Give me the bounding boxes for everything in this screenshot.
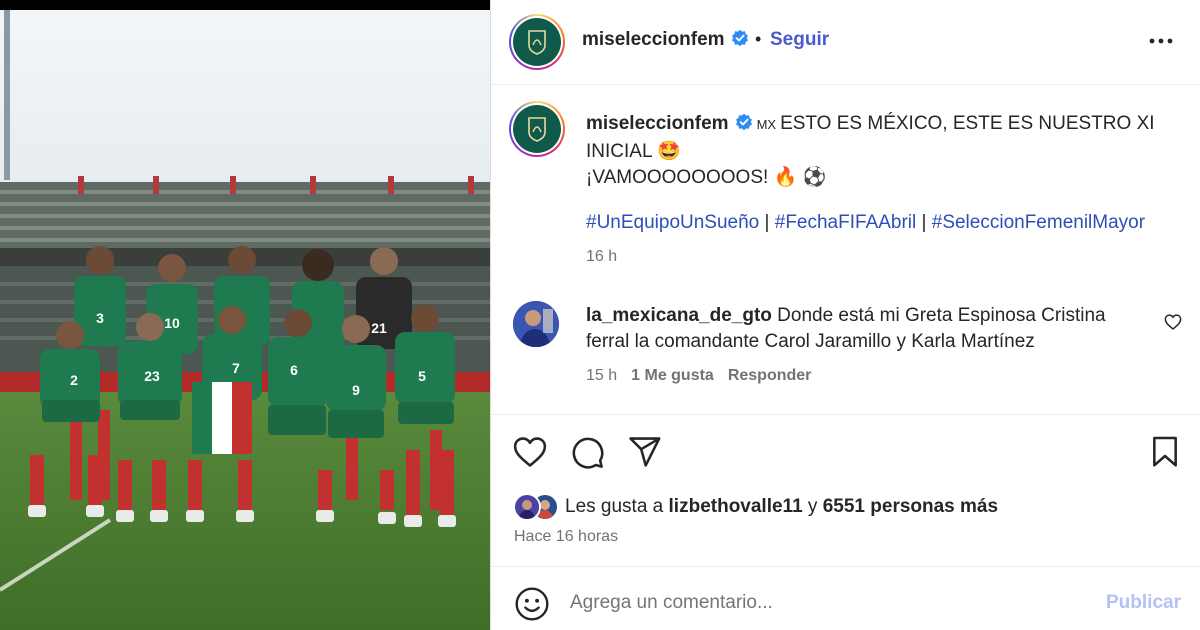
caption-hashtags: #UnEquipoUnSueño | #FechaFIFAAbril | #Se… (586, 212, 1145, 234)
jersey-number: 3 (96, 310, 104, 326)
jersey-number: 21 (371, 320, 387, 336)
comment-like-heart-icon[interactable] (1164, 314, 1182, 335)
hashtag-separator: | (916, 212, 932, 233)
fmf-crest-icon (513, 18, 561, 66)
hashtag-separator: | (759, 212, 775, 233)
liker-avatar[interactable] (513, 493, 541, 521)
likes-prefix: Les gusta a (565, 496, 669, 517)
comment-meta: 15 h 1 Me gusta Responder (586, 367, 825, 385)
comment-body: la_mexicana_de_gto Donde está mi Greta E… (586, 303, 1146, 355)
follow-button[interactable]: Seguir (770, 29, 829, 51)
comment-bubble-icon[interactable] (571, 436, 605, 475)
post-panel: miseleccionfem • Seguir miseleccionfem M… (491, 0, 1200, 630)
actions-divider (491, 414, 1200, 415)
hashtag-link[interactable]: #SeleccionFemenilMayor (932, 212, 1145, 233)
hashtag-link[interactable]: #FechaFIFAAbril (775, 212, 917, 233)
comment-likes-count[interactable]: 1 Me gusta (631, 367, 714, 384)
liker-username[interactable]: lizbethovalle11 (669, 496, 803, 518)
fmf-crest-icon (513, 105, 561, 153)
jersey-number: 6 (290, 362, 298, 378)
header-username[interactable]: miseleccionfem (582, 29, 749, 53)
hashtag-link[interactable]: #UnEquipoUnSueño (586, 212, 759, 233)
separator-dot: • (755, 29, 762, 49)
composer-divider (491, 566, 1200, 567)
save-bookmark-icon[interactable] (1151, 436, 1179, 473)
team-photo-illustration (0, 0, 490, 630)
caption-timestamp[interactable]: 16 h (586, 248, 617, 266)
caption-line-2: ¡VAMOOOOOOOOS! 🔥 ⚽ (586, 167, 827, 188)
like-heart-icon[interactable] (513, 436, 547, 473)
post-caption: miseleccionfem MX ESTO ES MÉXICO, ESTE ES… (586, 111, 1166, 191)
caption-avatar[interactable] (509, 101, 565, 157)
more-options-icon[interactable] (1141, 26, 1181, 56)
post-time-ago[interactable]: Hace 16 horas (514, 528, 618, 546)
publish-button[interactable]: Publicar (1106, 592, 1181, 614)
header-divider (491, 84, 1200, 85)
jersey-number: 2 (70, 372, 78, 388)
verified-badge-icon (731, 29, 749, 53)
emoji-smiley-icon[interactable] (514, 586, 550, 627)
reply-button[interactable]: Responder (728, 367, 812, 384)
likes-others-link[interactable]: 6551 personas más (823, 496, 998, 518)
share-send-icon[interactable] (628, 436, 662, 473)
jersey-number: 5 (418, 368, 426, 384)
mexico-flag-code: MX (756, 117, 777, 132)
jersey-number: 10 (164, 315, 180, 331)
jersey-number: 9 (352, 382, 360, 398)
likes-middle: y (802, 496, 823, 517)
photo-top-bar (0, 0, 490, 10)
likes-summary: Les gusta a lizbethovalle11 y 6551 perso… (513, 492, 998, 522)
commenter-avatar[interactable] (513, 301, 559, 347)
jersey-number: 7 (232, 360, 240, 376)
verified-badge-icon (735, 113, 753, 139)
post-photo[interactable]: 3 10 21 2 23 7 6 9 5 (0, 0, 490, 630)
profile-avatar[interactable] (509, 14, 565, 70)
comment-timestamp[interactable]: 15 h (586, 367, 617, 384)
jersey-number: 23 (144, 368, 160, 384)
comment-input[interactable] (570, 592, 1090, 614)
caption-username[interactable]: miseleccionfem (586, 113, 729, 134)
comment-username[interactable]: la_mexicana_de_gto (586, 305, 772, 326)
